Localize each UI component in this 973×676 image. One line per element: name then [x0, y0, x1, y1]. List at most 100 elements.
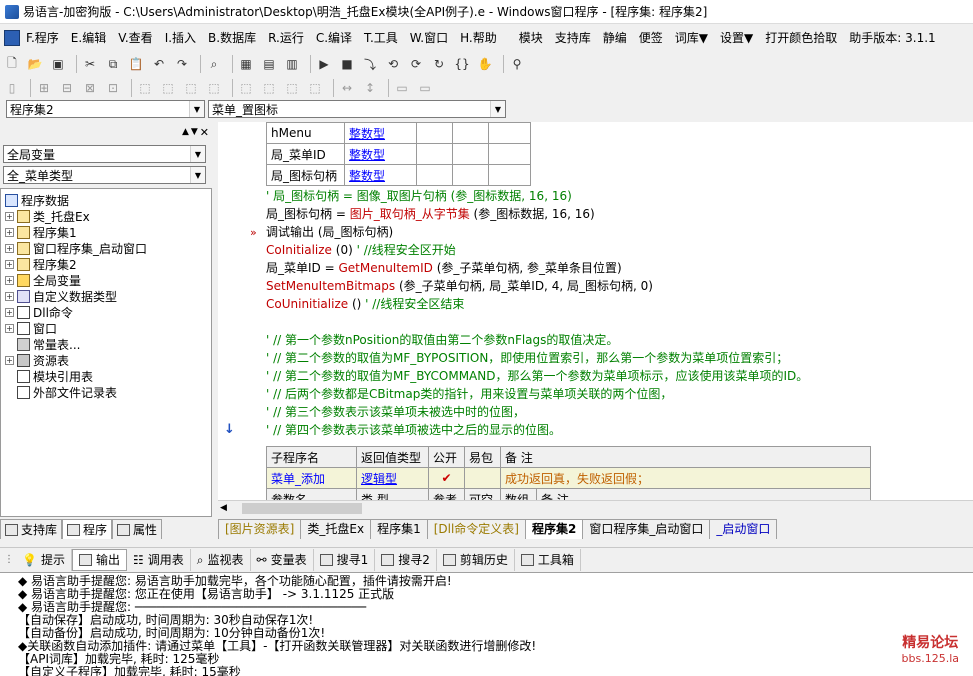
- table-row[interactable]: 局_图标句柄 整数型: [266, 164, 531, 186]
- tree-item[interactable]: + 窗口程序集_启动窗口: [5, 240, 147, 256]
- tab-class-tray[interactable]: 类_托盘Ex: [300, 519, 372, 539]
- align-3-icon[interactable]: ⊠: [81, 79, 99, 97]
- tree-root[interactable]: 程序数据: [5, 192, 69, 208]
- menu-compile[interactable]: C.编译: [310, 27, 358, 49]
- expand-icon[interactable]: +: [5, 259, 14, 269]
- tab-dll-defs[interactable]: [Dll命令定义表]: [426, 519, 526, 539]
- space-v-icon[interactable]: ↕: [361, 79, 379, 97]
- tree-item[interactable]: + 类_托盘Ex: [5, 208, 90, 224]
- undo-icon[interactable]: ↶: [150, 55, 168, 73]
- paste-icon[interactable]: 📋: [127, 55, 145, 73]
- menu-insert[interactable]: I.插入: [159, 27, 202, 49]
- datatype-selector[interactable]: 全_菜单类型 ▼: [3, 166, 206, 184]
- scroll-down-icon[interactable]: ▼: [191, 127, 198, 137]
- tree-item[interactable]: + Dll命令: [5, 304, 73, 320]
- menu-settings[interactable]: 设置▼: [714, 27, 759, 49]
- tree-item[interactable]: + 程序集2: [5, 256, 77, 272]
- align-6-icon[interactable]: ⬚: [159, 79, 177, 97]
- code-line[interactable]: 调试输出 (局_图标句柄): [266, 224, 393, 241]
- code-line[interactable]: SetMenuItemBitmaps (参_子菜单句柄, 局_菜单ID, 4, …: [266, 278, 653, 295]
- editor-gutter[interactable]: [218, 122, 262, 500]
- align-5-icon[interactable]: ⬚: [136, 79, 154, 97]
- tab-program[interactable]: 程序: [62, 519, 113, 539]
- tab-clip-history[interactable]: 剪辑历史: [437, 548, 515, 571]
- code-line[interactable]: ' // 第三个参数表示该菜单项未被选中时的位图，: [266, 404, 525, 421]
- code-line[interactable]: ' // 第四个参数表示该菜单项被选中之后的显示的位图。: [266, 422, 561, 439]
- tab-support-lib[interactable]: 支持库: [0, 519, 63, 539]
- expand-icon[interactable]: +: [5, 211, 14, 221]
- menu-support-lib[interactable]: 支持库: [549, 27, 597, 49]
- chevron-down-icon[interactable]: ▼: [190, 167, 205, 183]
- run-icon[interactable]: ▶: [315, 55, 333, 73]
- tree-item[interactable]: 模块引用表: [5, 368, 93, 384]
- save-icon[interactable]: ▣: [49, 55, 67, 73]
- subroutine-selector[interactable]: 菜单_置图标 ▼: [208, 100, 506, 118]
- tree-item[interactable]: + 全局变量: [5, 272, 81, 288]
- redo-icon[interactable]: ↷: [173, 55, 191, 73]
- size-2-icon[interactable]: ▭: [416, 79, 434, 97]
- table-row[interactable]: hMenu 整数型: [266, 122, 531, 144]
- new-file-icon[interactable]: 🗋: [3, 55, 21, 73]
- menu-lexicon[interactable]: 词库▼: [669, 27, 714, 49]
- find-icon[interactable]: ⌕: [205, 55, 223, 73]
- code-line[interactable]: ' 局_图标句柄 = 图像_取图片句柄 (参_图标数据, 16, 16): [266, 188, 572, 205]
- tab-search2[interactable]: 搜寻2: [375, 548, 437, 571]
- code-line[interactable]: 局_菜单ID = GetMenuItemID (参_子菜单句柄, 参_菜单条目位…: [266, 260, 622, 277]
- scroll-left-icon[interactable]: ◀: [220, 503, 227, 513]
- tree-item[interactable]: 常量表...: [5, 336, 80, 352]
- tab-call-table[interactable]: ☷ 调用表: [127, 548, 191, 571]
- horizontal-scrollbar[interactable]: ◀: [218, 500, 973, 516]
- align-9-icon[interactable]: ⬚: [237, 79, 255, 97]
- size-icon[interactable]: ▭: [393, 79, 411, 97]
- scroll-up-icon[interactable]: ▲: [182, 127, 189, 137]
- align-2-icon[interactable]: ⊟: [58, 79, 76, 97]
- expand-icon[interactable]: +: [5, 243, 14, 253]
- table-row[interactable]: 局_菜单ID 整数型: [266, 143, 531, 165]
- chevron-down-icon[interactable]: ▼: [189, 101, 204, 117]
- code-line[interactable]: CoUninitialize () ' //线程安全区结束: [266, 296, 464, 313]
- tab-toolbox[interactable]: 工具箱: [515, 548, 581, 571]
- align-11-icon[interactable]: ⬚: [283, 79, 301, 97]
- tab-window-assembly[interactable]: 窗口程序集_启动窗口: [582, 519, 711, 539]
- code-editor[interactable]: hMenu 整数型 局_菜单ID 整数型 局_图标句柄 整数型 ' 局_图标句柄 = …: [218, 122, 973, 500]
- tree-item[interactable]: + 程序集1: [5, 224, 77, 240]
- tab-assembly2[interactable]: 程序集2: [524, 519, 584, 539]
- menu-view[interactable]: V.查看: [112, 27, 158, 49]
- chevron-down-icon[interactable]: ▼: [490, 101, 505, 117]
- chevron-down-icon[interactable]: ▼: [190, 146, 205, 162]
- tab-search1[interactable]: 搜寻1: [314, 548, 376, 571]
- step-4-icon[interactable]: ↻: [430, 55, 448, 73]
- scope-selector[interactable]: 全局变量 ▼: [3, 145, 206, 163]
- copy-icon[interactable]: ⧉: [104, 55, 122, 73]
- assembly-selector[interactable]: 程序集2 ▼: [6, 100, 205, 118]
- tab-assembly1[interactable]: 程序集1: [370, 519, 428, 539]
- grip-icon[interactable]: ⋮: [0, 549, 16, 571]
- binoculars-icon[interactable]: ⚲: [508, 55, 526, 73]
- tree-item[interactable]: 外部文件记录表: [5, 384, 117, 400]
- menu-run[interactable]: R.运行: [262, 27, 310, 49]
- close-icon[interactable]: ✕: [200, 126, 209, 139]
- menu-tools[interactable]: T.工具: [358, 27, 404, 49]
- tab-output[interactable]: 输出: [71, 548, 127, 571]
- step-1-icon[interactable]: ⤵: [361, 55, 379, 73]
- tab-startup-window[interactable]: _启动窗口: [709, 519, 778, 539]
- scroll-thumb[interactable]: [242, 503, 362, 514]
- menu-module[interactable]: 模块: [513, 27, 549, 49]
- menu-edit[interactable]: E.编辑: [65, 27, 112, 49]
- output-panel[interactable]: ◆ 易语言助手提醒您: 易语言助手加载完毕，各个功能随心配置，插件请按需开启! …: [0, 572, 973, 676]
- space-h-icon[interactable]: ↔: [338, 79, 356, 97]
- layout-2-icon[interactable]: ▤: [260, 55, 278, 73]
- code-line[interactable]: CoInitialize (0) ' //线程安全区开始: [266, 242, 456, 259]
- tab-properties[interactable]: 属性: [112, 519, 163, 539]
- code-line[interactable]: ' // 第二个参数的取值为MF_BYCOMMAND，那么第一个参数为菜单项标示…: [266, 368, 808, 385]
- align-left-icon[interactable]: ▯: [3, 79, 21, 97]
- tab-variables[interactable]: ⚯ 变量表: [251, 548, 314, 571]
- tab-hint[interactable]: 💡 提示: [16, 548, 72, 571]
- tree-item[interactable]: + 窗口: [5, 320, 57, 336]
- align-1-icon[interactable]: ⊞: [35, 79, 53, 97]
- align-7-icon[interactable]: ⬚: [182, 79, 200, 97]
- align-4-icon[interactable]: ⊡: [104, 79, 122, 97]
- tab-watch[interactable]: ⌕ 监视表: [191, 548, 251, 571]
- cut-icon[interactable]: ✂: [81, 55, 99, 73]
- align-10-icon[interactable]: ⬚: [260, 79, 278, 97]
